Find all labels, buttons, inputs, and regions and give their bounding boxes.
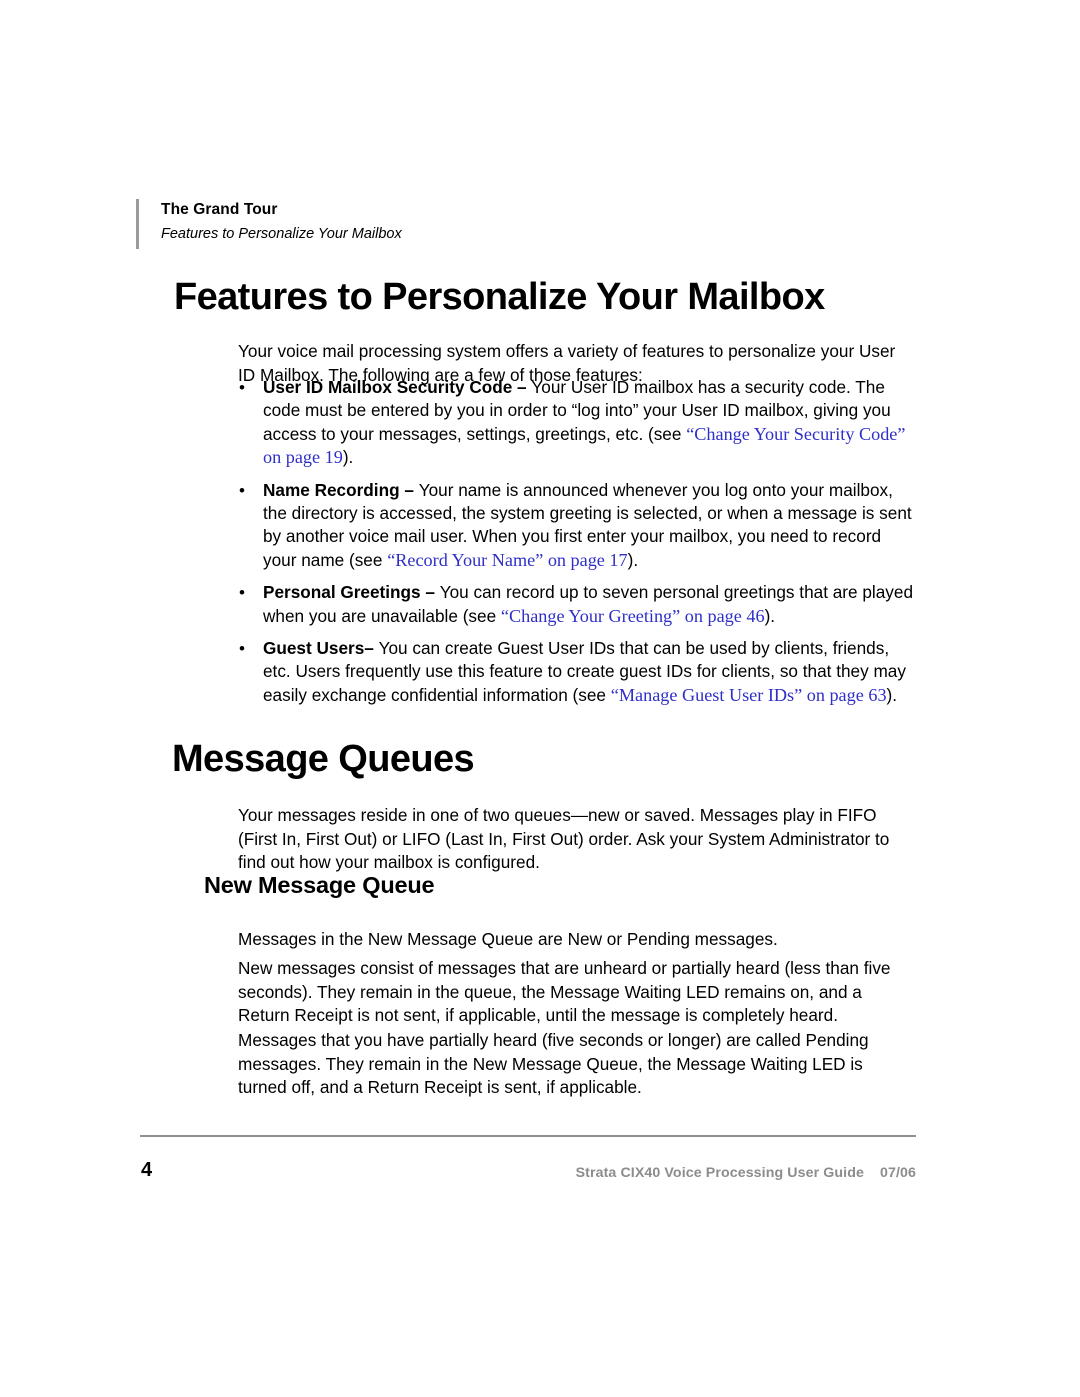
list-item: • Name Recording – Your name is announced… <box>238 479 916 573</box>
cross-reference-link[interactable]: “Change Your Greeting” on page 46 <box>501 606 765 626</box>
footer-metadata: Strata CIX40 Voice Processing User Guide… <box>576 1163 916 1183</box>
list-item: • Guest Users– You can create Guest User … <box>238 637 916 707</box>
running-header-section: Features to Personalize Your Mailbox <box>161 226 402 242</box>
list-item-term: Name Recording – <box>263 479 419 500</box>
list-item-term: User ID Mailbox Security Code – <box>263 377 532 397</box>
footer-guide-title: Strata CIX40 Voice Processing User Guide <box>575 1165 864 1181</box>
bullet-icon: • <box>239 378 245 397</box>
list-item-text-tail: ). <box>627 549 639 570</box>
bullet-icon: • <box>239 583 245 603</box>
new-message-queue-paragraph-3: Messages that you have partially heard (… <box>238 1030 869 1097</box>
list-item-text-tail: ). <box>342 447 354 468</box>
document-page: The Grand Tour Features to Personalize Y… <box>0 0 1080 1397</box>
list-item-term: Guest Users– <box>263 638 379 659</box>
section-title-message-queues: Message Queues <box>172 738 475 780</box>
list-item-text-tail: ). <box>764 605 776 626</box>
running-header: The Grand Tour Features to Personalize Y… <box>136 199 836 249</box>
cross-reference-link[interactable]: “Record Your Name” on page 17 <box>387 550 627 570</box>
footer-divider <box>140 1135 916 1137</box>
bullet-icon: • <box>239 480 245 500</box>
bullet-icon: • <box>239 639 245 659</box>
list-item: • User ID Mailbox Security Code – Your Us… <box>238 376 916 470</box>
subsection-title-new-message-queue: New Message Queue <box>204 872 435 898</box>
list-item: • Personal Greetings – You can record up … <box>238 581 916 628</box>
features-bullet-list: • User ID Mailbox Security Code – Your Us… <box>238 376 916 707</box>
new-message-queue-paragraph-1: Messages in the New Message Queue are Ne… <box>238 929 778 950</box>
running-header-chapter: The Grand Tour <box>161 201 278 218</box>
footer-date: 07/06 <box>879 1165 916 1181</box>
new-message-queue-paragraph-2: New messages consist of messages that ar… <box>238 958 891 1025</box>
message-queues-paragraph: Your messages reside in one of two queue… <box>238 805 890 872</box>
page-number: 4 <box>141 1159 153 1181</box>
page-title-features: Features to Personalize Your Mailbox <box>174 276 825 318</box>
list-item-term: Personal Greetings – <box>263 582 440 603</box>
cross-reference-link[interactable]: “Manage Guest User IDs” on page 63 <box>611 685 887 705</box>
list-item-text-tail: ). <box>886 684 898 705</box>
